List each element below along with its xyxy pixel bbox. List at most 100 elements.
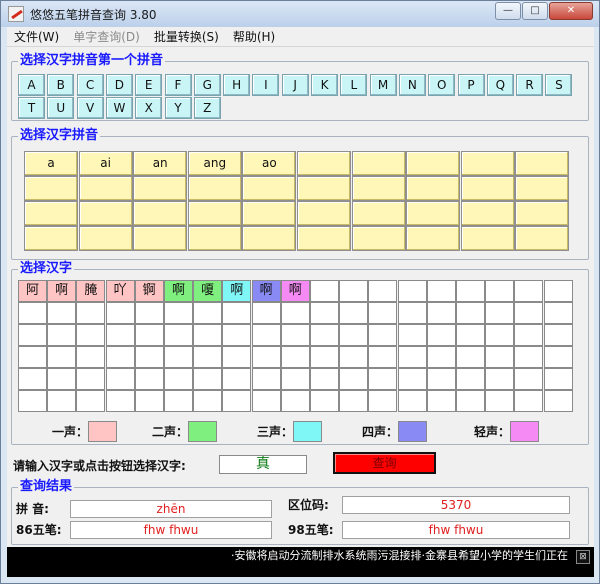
hanzi-cell[interactable]: [368, 368, 398, 390]
menu-single-query[interactable]: 单字查询(D): [66, 28, 147, 45]
hanzi-cell[interactable]: [164, 324, 193, 346]
hanzi-cell[interactable]: [76, 390, 106, 412]
pinyin-cell[interactable]: [242, 201, 297, 226]
hanzi-cell[interactable]: [485, 302, 515, 324]
pinyin-cell[interactable]: [460, 226, 515, 251]
hanzi-cell[interactable]: [251, 390, 281, 412]
hanzi-cell[interactable]: [456, 390, 485, 412]
pinyin-cell[interactable]: [24, 176, 78, 201]
letter-button-l[interactable]: L: [340, 74, 368, 96]
hanzi-cell[interactable]: [47, 368, 77, 390]
hanzi-cell[interactable]: [397, 368, 427, 390]
hanzi-cell[interactable]: [105, 368, 135, 390]
hanzi-cell[interactable]: [514, 390, 544, 412]
hanzi-cell[interactable]: 啊: [222, 280, 252, 302]
hanzi-cell[interactable]: 啊: [164, 280, 193, 302]
hanzi-cell[interactable]: 啊: [47, 280, 77, 302]
hanzi-cell[interactable]: 腌: [76, 280, 106, 302]
hanzi-cell[interactable]: [134, 302, 164, 324]
hanzi-cell[interactable]: [456, 280, 485, 302]
letter-button-r[interactable]: R: [516, 74, 544, 96]
hanzi-cell[interactable]: [456, 324, 485, 346]
hanzi-cell[interactable]: [280, 390, 310, 412]
hanzi-cell[interactable]: [310, 324, 339, 346]
hanzi-cell[interactable]: [310, 280, 339, 302]
hanzi-cell[interactable]: [485, 324, 515, 346]
pinyin-cell[interactable]: [406, 151, 461, 176]
hanzi-cell[interactable]: [76, 324, 106, 346]
pinyin-cell[interactable]: [242, 176, 297, 201]
pinyin-cell[interactable]: [24, 226, 78, 251]
hanzi-cell[interactable]: [280, 302, 310, 324]
hanzi-cell[interactable]: [222, 324, 252, 346]
pinyin-cell[interactable]: [351, 226, 406, 251]
hanzi-cell[interactable]: [105, 324, 135, 346]
letter-button-f[interactable]: F: [164, 74, 192, 96]
hanzi-cell[interactable]: [18, 368, 47, 390]
pinyin-cell[interactable]: [133, 226, 188, 251]
letter-button-x[interactable]: X: [135, 97, 163, 119]
hanzi-cell[interactable]: [310, 346, 339, 368]
pinyin-cell[interactable]: [187, 176, 242, 201]
menu-help[interactable]: 帮助(H): [226, 28, 282, 45]
hanzi-cell[interactable]: 啊: [251, 280, 281, 302]
minimize-button[interactable]: —: [495, 2, 521, 20]
hanzi-cell[interactable]: [193, 324, 223, 346]
hanzi-cell[interactable]: [280, 368, 310, 390]
pinyin-cell[interactable]: an: [133, 151, 188, 176]
hanzi-cell[interactable]: [339, 390, 369, 412]
hanzi-cell[interactable]: [426, 390, 456, 412]
pinyin-cell[interactable]: [351, 151, 406, 176]
wubi86-result-field[interactable]: fhw fhwu: [70, 521, 272, 539]
pinyin-cell[interactable]: [187, 201, 242, 226]
letter-button-c[interactable]: C: [76, 74, 104, 96]
letter-button-n[interactable]: N: [398, 74, 426, 96]
hanzi-cell[interactable]: [514, 280, 544, 302]
pinyin-cell[interactable]: [187, 226, 242, 251]
hanzi-cell[interactable]: [426, 368, 456, 390]
hanzi-cell[interactable]: [47, 346, 77, 368]
hanzi-cell[interactable]: [47, 302, 77, 324]
quweima-result-field[interactable]: 5370: [342, 496, 570, 514]
letter-button-t[interactable]: T: [18, 97, 45, 119]
hanzi-cell[interactable]: [193, 368, 223, 390]
hanzi-cell[interactable]: [426, 324, 456, 346]
hanzi-input[interactable]: 真: [219, 455, 307, 474]
hanzi-cell[interactable]: [426, 280, 456, 302]
hanzi-cell[interactable]: [339, 280, 369, 302]
letter-button-m[interactable]: M: [369, 74, 397, 96]
hanzi-cell[interactable]: [76, 346, 106, 368]
hanzi-cell[interactable]: [514, 346, 544, 368]
hanzi-cell[interactable]: [485, 368, 515, 390]
pinyin-cell[interactable]: [460, 201, 515, 226]
pinyin-cell[interactable]: [78, 201, 133, 226]
letter-button-w[interactable]: W: [105, 97, 133, 119]
hanzi-cell[interactable]: [368, 302, 398, 324]
hanzi-cell[interactable]: [485, 390, 515, 412]
hanzi-cell[interactable]: [543, 324, 573, 346]
pinyin-cell[interactable]: ai: [78, 151, 133, 176]
pinyin-cell[interactable]: [406, 201, 461, 226]
title-bar[interactable]: 悠悠五笔拼音查询 3.80 — □ ✕: [1, 1, 599, 27]
pinyin-cell[interactable]: [406, 176, 461, 201]
hanzi-cell[interactable]: [339, 368, 369, 390]
hanzi-cell[interactable]: [18, 324, 47, 346]
hanzi-cell[interactable]: [222, 368, 252, 390]
letter-button-u[interactable]: U: [47, 97, 75, 119]
pinyin-cell[interactable]: ang: [187, 151, 242, 176]
pinyin-cell[interactable]: [297, 151, 351, 176]
hanzi-cell[interactable]: [164, 346, 193, 368]
hanzi-cell[interactable]: [397, 346, 427, 368]
hanzi-cell[interactable]: 啊: [280, 280, 310, 302]
hanzi-cell[interactable]: [368, 324, 398, 346]
letter-button-o[interactable]: O: [428, 74, 456, 96]
letter-button-b[interactable]: B: [47, 74, 75, 96]
hanzi-cell[interactable]: [280, 324, 310, 346]
letter-button-e[interactable]: E: [135, 74, 163, 96]
hanzi-cell[interactable]: [134, 368, 164, 390]
pinyin-result-field[interactable]: zhēn: [70, 500, 272, 518]
hanzi-cell[interactable]: [514, 324, 544, 346]
hanzi-cell[interactable]: [251, 346, 281, 368]
letter-button-d[interactable]: D: [105, 74, 133, 96]
hanzi-cell[interactable]: [485, 346, 515, 368]
